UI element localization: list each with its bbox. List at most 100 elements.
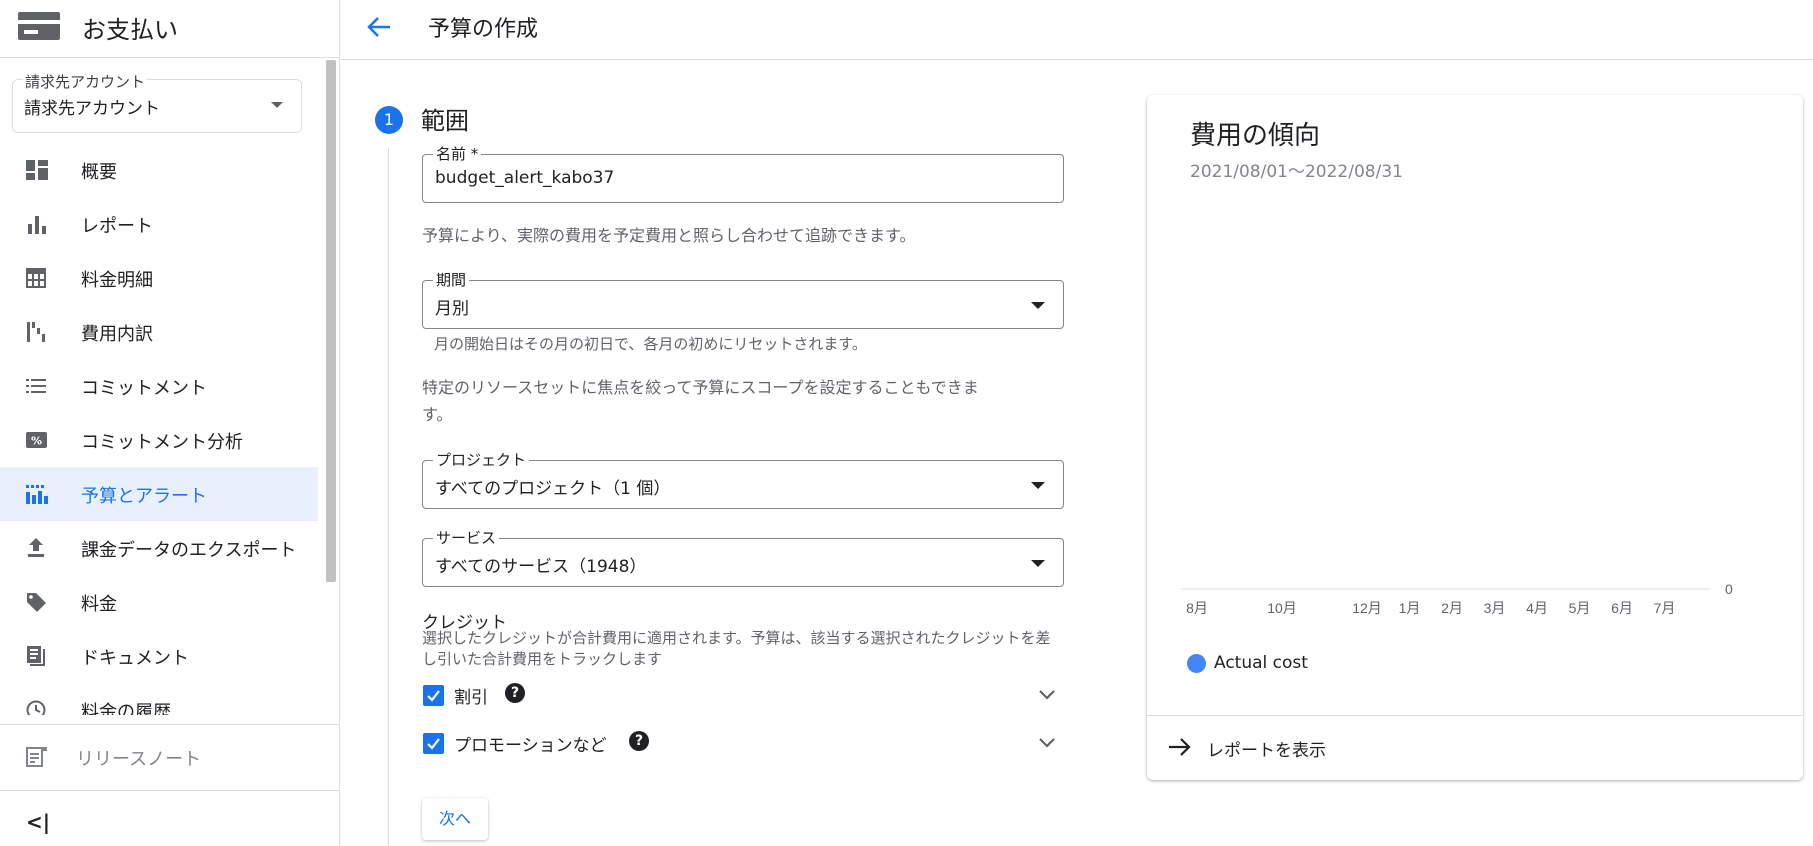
page-title: 予算の作成 <box>428 17 539 42</box>
x-tick-label: 4月 <box>1526 600 1548 616</box>
cost-trend-date-range: 2021/08/01～2022/08/31 <box>1190 162 1403 182</box>
divider <box>0 724 340 725</box>
tag-icon <box>27 593 46 612</box>
budget-name-value: budget_alert_kabo37 <box>435 168 615 188</box>
billing-card-icon <box>18 12 60 40</box>
dashboard-icon <box>26 160 48 180</box>
sidebar-item-label: 予算とアラート <box>81 486 207 507</box>
sidebar-item-payment-history[interactable]: 料金の履歴 <box>0 683 318 715</box>
checkmark-icon <box>427 690 440 702</box>
credit-option-promotions: プロモーションなど ? <box>422 728 1064 758</box>
period-label: 期間 <box>433 271 470 289</box>
credits-description: 選択したクレジットが合計費用に適用されます。予算は、該当する選択されたクレジット… <box>422 629 1051 668</box>
chevron-down-icon[interactable] <box>1036 732 1058 754</box>
service-select[interactable]: サービス すべてのサービス（1948） <box>422 529 1064 587</box>
cost-trend-chart: 0 8月 10月 12月 1月 2月 3月 4月 5月 6月 7月 <box>1181 581 1733 616</box>
caret-down-icon <box>271 102 283 108</box>
billing-account-select[interactable]: 請求先アカウント 請求先アカウント <box>12 71 302 133</box>
table-icon <box>26 268 46 288</box>
sidebar-item-commitments[interactable]: コミットメント <box>0 359 318 413</box>
divider <box>0 790 340 791</box>
next-button[interactable]: 次へ <box>422 798 488 840</box>
sidebar-item-pricing[interactable]: 料金 <box>0 575 318 629</box>
bar-chart-icon <box>28 216 46 234</box>
divider <box>1147 715 1803 716</box>
scope-description-line2: す。 <box>422 405 453 424</box>
y-tick-label: 0 <box>1725 581 1733 597</box>
legend-swatch <box>1187 654 1206 673</box>
promotions-label: プロモーションなど <box>454 736 607 756</box>
billing-account-label: 請求先アカウント <box>23 71 148 92</box>
credit-option-discounts: 割引 ? <box>422 680 1064 710</box>
help-icon[interactable]: ? <box>505 683 525 703</box>
help-icon[interactable]: ? <box>629 731 649 751</box>
discounts-checkbox[interactable] <box>423 685 444 706</box>
billing-account-value: 請求先アカウント <box>24 99 160 119</box>
release-notes-label: リリースノート <box>76 749 202 770</box>
cost-trend-card: 費用の傾向 2021/08/01～2022/08/31 0 8月 10月 12月 1月 2… <box>1147 95 1803 780</box>
legend-label: Actual cost <box>1214 653 1308 673</box>
x-tick-label: 5月 <box>1569 600 1591 616</box>
back-arrow-icon[interactable] <box>365 12 395 42</box>
document-icon <box>27 646 45 666</box>
sidebar: お支払い 請求先アカウント 請求先アカウント 概要 レポート 料金明細 費用内訳 <box>0 0 340 846</box>
project-select[interactable]: プロジェクト すべてのプロジェクト（1 個） <box>422 451 1064 509</box>
period-value: 月別 <box>435 299 469 319</box>
budget-name-field[interactable]: 名前 * budget_alert_kabo37 <box>422 145 1064 203</box>
release-notes-link[interactable]: リリースノート <box>0 735 340 785</box>
sidebar-item-label: 課金データのエクスポート <box>81 540 297 561</box>
x-tick-label: 12月 <box>1352 600 1382 616</box>
sidebar-item-label: ドキュメント <box>81 648 189 669</box>
sidebar-title: お支払い <box>82 16 178 44</box>
arrow-right-icon <box>1169 738 1191 756</box>
x-tick-label: 6月 <box>1611 600 1633 616</box>
view-report-link[interactable]: レポートを表示 <box>1167 729 1407 765</box>
promotions-checkbox[interactable] <box>423 733 444 754</box>
discounts-label: 割引 <box>454 688 488 708</box>
svg-text:%: % <box>31 435 42 448</box>
view-report-label: レポートを表示 <box>1207 741 1326 761</box>
service-value: すべてのサービス（1948） <box>435 557 647 577</box>
sidebar-item-label: 料金明細 <box>81 270 153 291</box>
percent-icon: % <box>26 432 47 448</box>
project-value: すべてのプロジェクト（1 個） <box>435 479 671 499</box>
collapse-sidebar-button[interactable]: <| <box>26 810 50 834</box>
top-bar: 予算の作成 <box>341 0 1813 60</box>
x-tick-label: 8月 <box>1186 600 1208 616</box>
app-root: お支払い 請求先アカウント 請求先アカウント 概要 レポート 料金明細 費用内訳 <box>0 0 1813 846</box>
sidebar-item-documents[interactable]: ドキュメント <box>0 629 318 683</box>
chevron-down-icon[interactable] <box>1036 684 1058 706</box>
sidebar-item-billing-export[interactable]: 課金データのエクスポート <box>0 521 318 575</box>
sidebar-scrollbar[interactable] <box>326 60 336 582</box>
service-label: サービス <box>433 529 500 547</box>
step-number-badge: 1 <box>375 106 403 134</box>
x-tick-label: 7月 <box>1654 600 1676 616</box>
sidebar-item-label: コミットメント分析 <box>81 432 243 453</box>
sidebar-item-cost-breakdown[interactable]: 費用内訳 <box>0 305 318 359</box>
budget-description: 予算により、実際の費用を予定費用と照らし合わせて追跡できます。 <box>422 226 916 245</box>
step-title: 範囲 <box>421 107 469 135</box>
project-label: プロジェクト <box>433 451 530 469</box>
sidebar-item-label: 概要 <box>81 162 117 183</box>
budget-name-label: 名前 * <box>433 145 482 163</box>
sidebar-item-overview[interactable]: 概要 <box>0 143 318 197</box>
sidebar-item-statements[interactable]: 料金明細 <box>0 251 318 305</box>
sidebar-item-label: 費用内訳 <box>81 324 153 345</box>
sidebar-item-label: コミットメント <box>81 378 207 399</box>
sidebar-item-label: レポート <box>81 216 153 237</box>
upload-icon <box>28 538 44 557</box>
release-notes-icon <box>26 747 47 767</box>
sidebar-nav: 概要 レポート 料金明細 費用内訳 コミットメント % コミットメント分析 予算… <box>0 143 318 715</box>
sidebar-item-budgets-alerts[interactable]: 予算とアラート <box>0 467 318 521</box>
caret-down-icon <box>1031 560 1045 567</box>
caret-down-icon <box>1031 302 1045 309</box>
budget-icon <box>26 485 48 504</box>
sidebar-item-commitment-analysis[interactable]: % コミットメント分析 <box>0 413 318 467</box>
sidebar-item-label: 料金の履歴 <box>81 702 171 715</box>
caret-down-icon <box>1031 482 1045 489</box>
sidebar-item-label: 料金 <box>81 594 117 615</box>
period-hint: 月の開始日はその月の初日で、各月の初めにリセットされます。 <box>434 335 867 353</box>
list-icon <box>26 379 46 393</box>
period-select[interactable]: 期間 月別 <box>422 271 1064 329</box>
sidebar-item-reports[interactable]: レポート <box>0 197 318 251</box>
